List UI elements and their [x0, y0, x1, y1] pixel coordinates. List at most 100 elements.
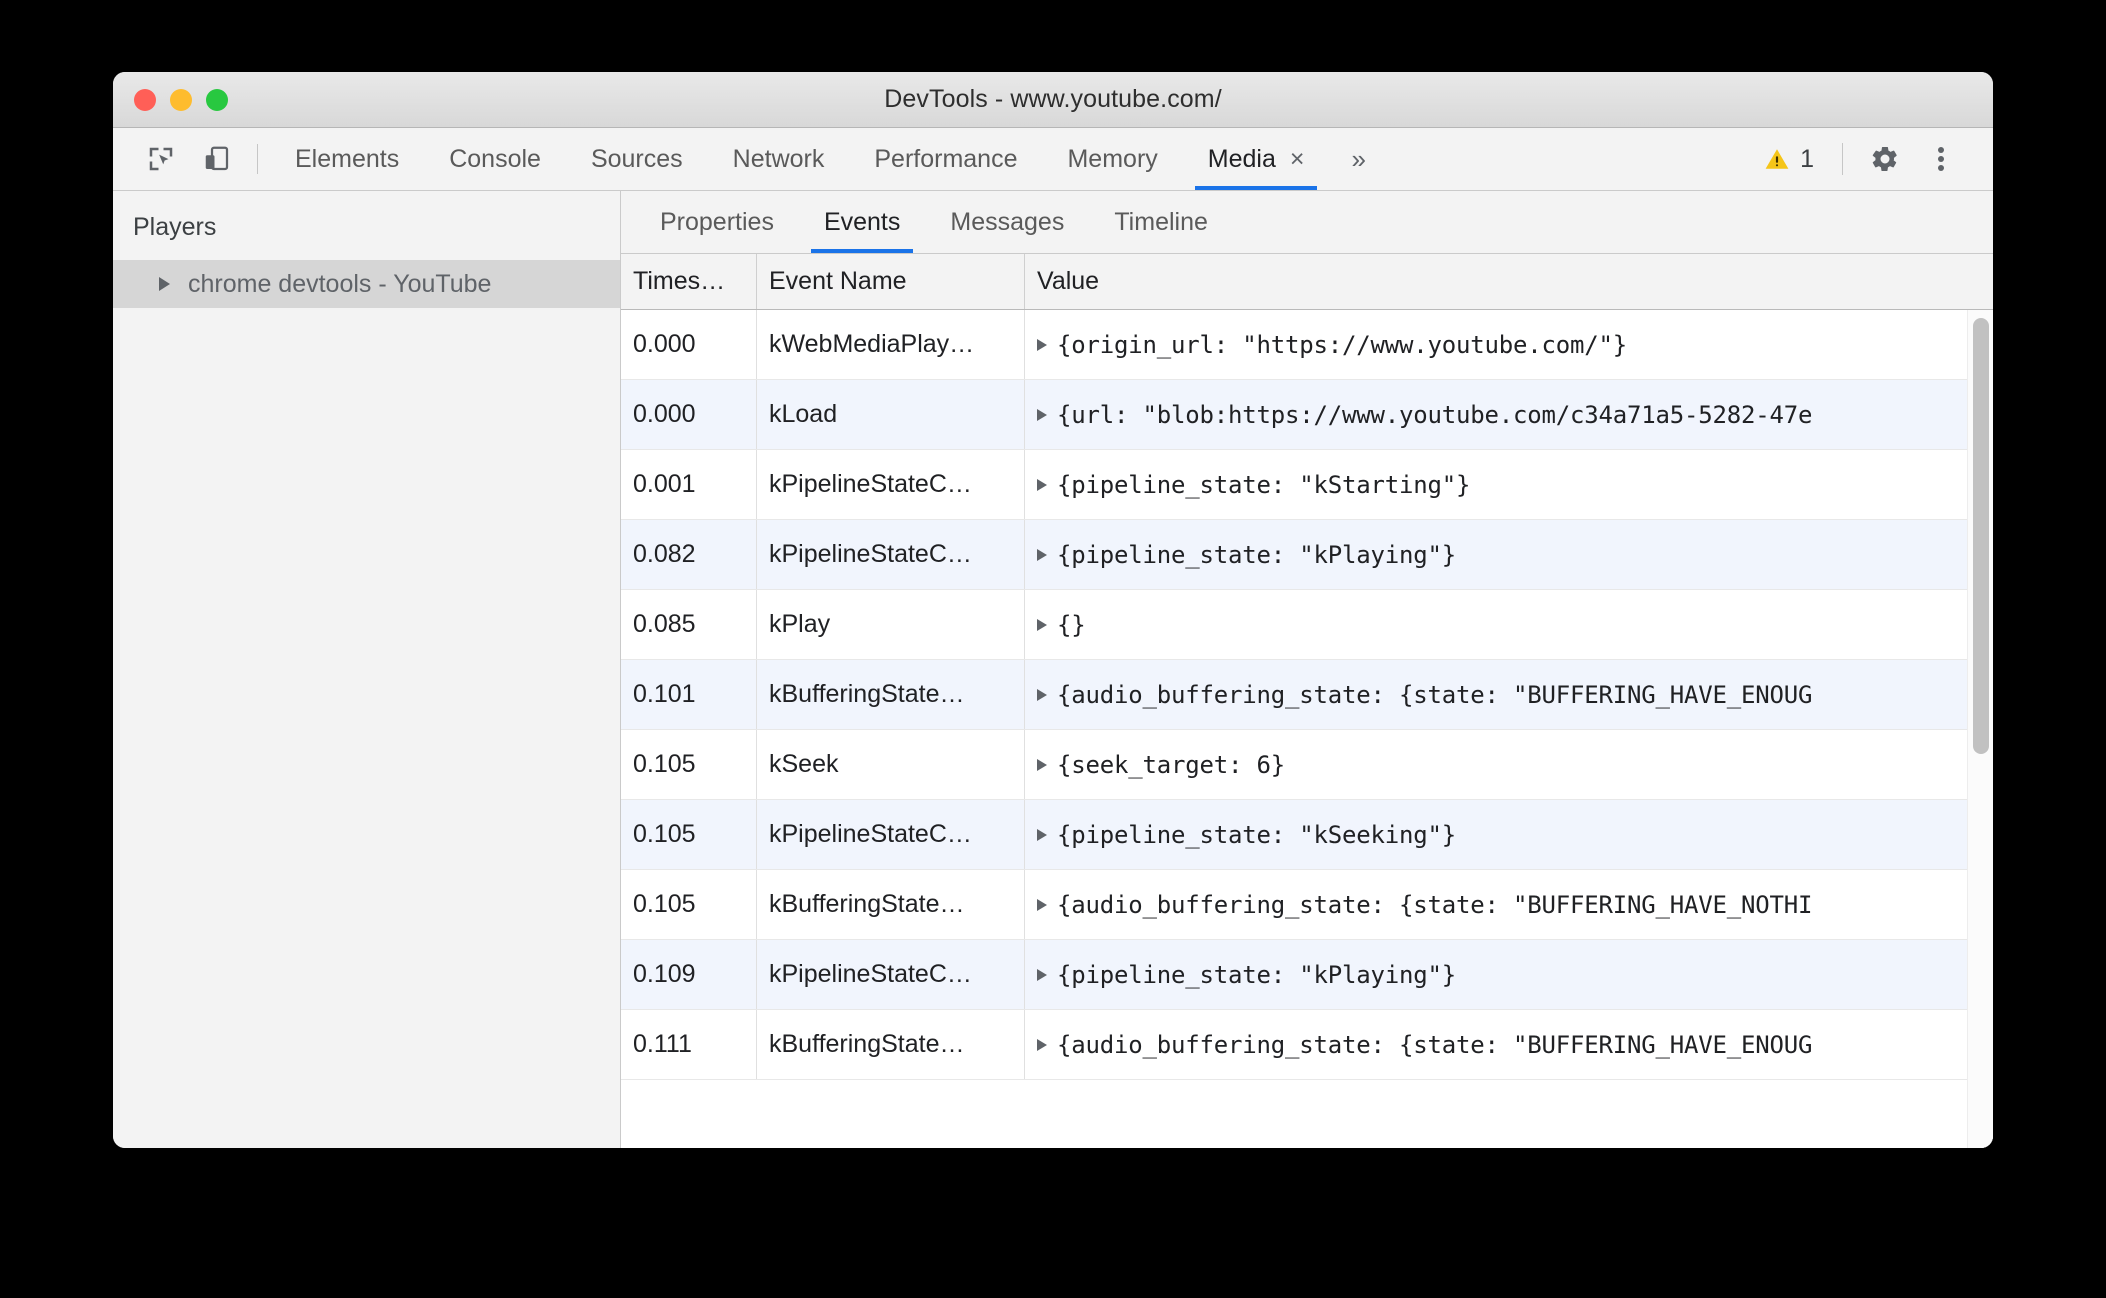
- expand-value-icon[interactable]: [1037, 968, 1047, 981]
- cell-event-name: kPipelineStateC…: [757, 940, 1025, 1009]
- cell-timestamp: 0.000: [621, 310, 757, 379]
- tab-console[interactable]: Console: [424, 128, 566, 190]
- cell-timestamp: 0.000: [621, 380, 757, 449]
- table-row[interactable]: 0.105 kSeek {seek_target: 6}: [621, 730, 1993, 800]
- cell-value-text: {url: "blob:https://www.youtube.com/c34a…: [1057, 400, 1813, 429]
- expand-value-icon[interactable]: [1037, 338, 1047, 351]
- cell-value: {pipeline_state: "kSeeking"}: [1025, 800, 1993, 869]
- tab-memory[interactable]: Memory: [1042, 128, 1182, 190]
- expand-value-icon[interactable]: [1037, 828, 1047, 841]
- tab-sources-label: Sources: [590, 144, 683, 173]
- sidebar-item-player[interactable]: chrome devtools - YouTube: [113, 260, 620, 308]
- device-toolbar-icon[interactable]: [189, 128, 245, 190]
- column-header-event-name[interactable]: Event Name: [757, 254, 1025, 309]
- table-row[interactable]: 0.101 kBufferingState… {audio_buffering_st…: [621, 660, 1993, 730]
- tab-sources[interactable]: Sources: [566, 128, 708, 190]
- events-table: Times… Event Name Value 0.000 kWebMediaPl…: [621, 254, 1993, 1148]
- table-row[interactable]: 0.111 kBufferingState… {audio_buffering_st…: [621, 1010, 1993, 1080]
- table-row[interactable]: 0.105 kBufferingState… {audio_buffering_st…: [621, 870, 1993, 940]
- tab-timeline[interactable]: Timeline: [1089, 191, 1233, 253]
- tab-messages-label: Messages: [950, 207, 1065, 236]
- cell-event-name: kPipelineStateC…: [757, 800, 1025, 869]
- tab-messages[interactable]: Messages: [925, 191, 1089, 253]
- table-row[interactable]: 0.085 kPlay {}: [621, 590, 1993, 660]
- table-row[interactable]: 0.001 kPipelineStateC… {pipeline_state: "k…: [621, 450, 1993, 520]
- close-icon[interactable]: ×: [1290, 146, 1305, 172]
- media-subtab-list: Properties Events Messages Timeline: [621, 191, 1993, 254]
- tab-network[interactable]: Network: [708, 128, 850, 190]
- tab-elements[interactable]: Elements: [270, 128, 424, 190]
- table-row[interactable]: 0.000 kWebMediaPlay… {origin_url: "https:/…: [621, 310, 1993, 380]
- cell-value: {pipeline_state: "kPlaying"}: [1025, 520, 1993, 589]
- tab-properties[interactable]: Properties: [635, 191, 799, 253]
- tab-events[interactable]: Events: [799, 191, 925, 253]
- table-row[interactable]: 0.109 kPipelineStateC… {pipeline_state: "k…: [621, 940, 1993, 1010]
- toolbar-right-divider: [1842, 143, 1843, 175]
- cell-timestamp: 0.105: [621, 800, 757, 869]
- expand-value-icon[interactable]: [1037, 408, 1047, 421]
- cell-value: {pipeline_state: "kPlaying"}: [1025, 940, 1993, 1009]
- more-tabs-icon[interactable]: »: [1329, 128, 1387, 190]
- cell-value-text: {pipeline_state: "kSeeking"}: [1057, 820, 1456, 849]
- tab-network-label: Network: [732, 144, 825, 173]
- cell-event-name: kSeek: [757, 730, 1025, 799]
- expand-value-icon[interactable]: [1037, 898, 1047, 911]
- cell-value: {pipeline_state: "kStarting"}: [1025, 450, 1993, 519]
- expand-value-icon[interactable]: [1037, 618, 1047, 631]
- players-header: Players: [133, 213, 217, 241]
- events-table-body[interactable]: 0.000 kWebMediaPlay… {origin_url: "https:/…: [621, 310, 1993, 1148]
- minimize-window-button[interactable]: [170, 89, 192, 111]
- tab-elements-label: Elements: [295, 144, 400, 173]
- kebab-dot-1: [1938, 147, 1944, 153]
- cell-value-text: {audio_buffering_state: {state: "BUFFERI…: [1057, 680, 1813, 709]
- cell-value-text: {audio_buffering_state: {state: "BUFFERI…: [1057, 890, 1813, 919]
- expand-value-icon[interactable]: [1037, 1038, 1047, 1051]
- expand-value-icon[interactable]: [1037, 548, 1047, 561]
- media-panel: Properties Events Messages Timeline Time…: [621, 191, 1993, 1148]
- cell-value: {audio_buffering_state: {state: "BUFFERI…: [1025, 660, 1824, 729]
- cell-event-name: kPlay: [757, 590, 1025, 659]
- sidebar-item-label: chrome devtools - YouTube: [188, 269, 492, 298]
- cell-timestamp: 0.085: [621, 590, 757, 659]
- gear-icon[interactable]: [1857, 131, 1913, 187]
- tab-memory-label: Memory: [1067, 144, 1158, 173]
- inspect-element-icon[interactable]: [133, 128, 189, 190]
- column-header-value[interactable]: Value: [1025, 254, 1993, 309]
- window-titlebar: DevTools - www.youtube.com/: [113, 72, 1993, 128]
- cell-value-text: {seek_target: 6}: [1057, 750, 1285, 779]
- chevron-right-icon[interactable]: [159, 277, 170, 291]
- cell-value-text: {audio_buffering_state: {state: "BUFFERI…: [1057, 1030, 1813, 1059]
- expand-value-icon[interactable]: [1037, 478, 1047, 491]
- tab-performance[interactable]: Performance: [849, 128, 1042, 190]
- tab-performance-label: Performance: [874, 144, 1018, 173]
- warning-indicator[interactable]: 1: [1750, 145, 1828, 174]
- cell-timestamp: 0.101: [621, 660, 757, 729]
- tab-properties-label: Properties: [660, 207, 774, 236]
- cell-value: {seek_target: 6}: [1025, 730, 1993, 799]
- table-row[interactable]: 0.082 kPipelineStateC… {pipeline_state: "k…: [621, 520, 1993, 590]
- kebab-dot-2: [1938, 156, 1944, 162]
- events-table-header: Times… Event Name Value: [621, 254, 1993, 310]
- toolbar-right-controls: 1: [1750, 128, 1993, 190]
- tab-timeline-label: Timeline: [1114, 207, 1208, 236]
- table-row[interactable]: 0.105 kPipelineStateC… {pipeline_state: "k…: [621, 800, 1993, 870]
- cell-event-name: kPipelineStateC…: [757, 450, 1025, 519]
- expand-value-icon[interactable]: [1037, 688, 1047, 701]
- tab-media[interactable]: Media ×: [1183, 128, 1330, 190]
- window-title: DevTools - www.youtube.com/: [884, 85, 1222, 113]
- cell-timestamp: 0.111: [621, 1010, 757, 1079]
- cell-event-name: kBufferingState…: [757, 870, 1025, 939]
- cell-value-text: {pipeline_state: "kPlaying"}: [1057, 960, 1456, 989]
- cell-event-name: kPipelineStateC…: [757, 520, 1025, 589]
- tab-console-label: Console: [449, 144, 541, 173]
- vertical-scrollbar[interactable]: [1967, 310, 1993, 1148]
- table-row[interactable]: 0.000 kLoad {url: "blob:https://www.youtub…: [621, 380, 1993, 450]
- kebab-menu-icon[interactable]: [1913, 131, 1969, 187]
- column-header-timestamp[interactable]: Times…: [621, 254, 757, 309]
- close-window-button[interactable]: [134, 89, 156, 111]
- cell-value-text: {origin_url: "https://www.youtube.com/"}: [1057, 330, 1627, 359]
- maximize-window-button[interactable]: [206, 89, 228, 111]
- expand-value-icon[interactable]: [1037, 758, 1047, 771]
- vertical-scrollbar-thumb[interactable]: [1973, 318, 1989, 754]
- cell-value-text: {}: [1057, 610, 1086, 639]
